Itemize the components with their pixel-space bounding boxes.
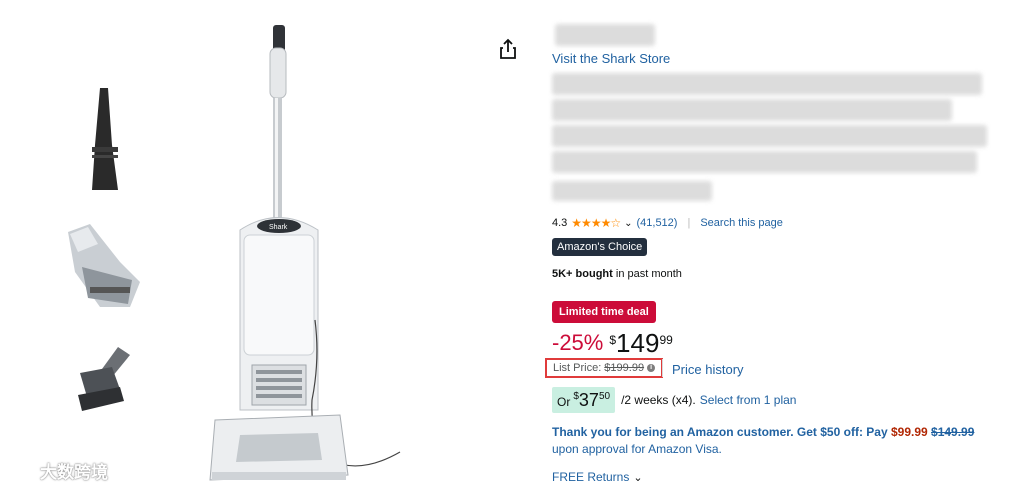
pet-brush-image: [68, 224, 140, 307]
thumbnail-pet-brush[interactable]: [60, 222, 150, 317]
installment-whole: 37: [578, 390, 599, 410]
price-history-link[interactable]: Price history: [672, 362, 744, 377]
ratings-count-link[interactable]: (41,512): [636, 217, 677, 229]
brand-name-redacted: [555, 24, 655, 46]
select-plan-link[interactable]: Select from 1 plan: [700, 393, 797, 407]
divider: |: [687, 217, 691, 229]
watermark: 大数跨境: [10, 458, 108, 483]
price-currency: $: [609, 333, 617, 347]
rating-row: 4.3 ★★★★☆ ⌄ (41,512) | Search this page: [552, 216, 783, 230]
crevice-tool-image: [92, 88, 118, 190]
price-fraction: 99: [659, 333, 673, 347]
price-block: -25% $ 149 99: [552, 328, 673, 358]
installment-or: Or: [557, 395, 571, 409]
list-price-box: List Price: $199.99 i: [545, 358, 664, 378]
thumbnail-dusting-brush[interactable]: [60, 345, 150, 415]
share-icon[interactable]: [498, 38, 518, 60]
bought-in-past-month: 5K+ bought in past month: [552, 268, 682, 280]
chevron-down-icon: ⌄: [633, 471, 643, 484]
star-rating-icon[interactable]: ★★★★☆: [571, 216, 621, 230]
free-returns-link[interactable]: FREE Returns ⌄: [552, 470, 643, 484]
installment-terms: /2 weeks (x4).: [621, 393, 696, 407]
thumbnail-crevice-tool[interactable]: [60, 85, 150, 195]
promo-tail[interactable]: upon approval for Amazon Visa.: [552, 442, 722, 456]
free-returns-label: FREE Returns: [552, 470, 630, 484]
divider: [662, 359, 663, 377]
price-whole: 149: [616, 328, 660, 358]
vacuum-image: Shark: [209, 25, 401, 481]
svg-text:Shark: Shark: [269, 224, 288, 231]
main-product-image[interactable]: Shark: [200, 20, 410, 485]
search-page-link[interactable]: Search this page: [700, 217, 783, 229]
promo-lead: Thank you for being an Amazon customer. …: [552, 425, 888, 439]
list-price-value: $199.99: [604, 362, 645, 374]
info-icon[interactable]: i: [647, 364, 656, 372]
visa-promo[interactable]: Thank you for being an Amazon customer. …: [552, 424, 1002, 458]
installment-badge: Or $ 37 50: [552, 387, 616, 413]
chevron-down-icon[interactable]: ⌄: [624, 218, 632, 229]
promo-new-price: $99.99: [890, 425, 928, 439]
promo-old-price: $149.99: [931, 425, 975, 439]
amazons-choice-badge: Amazon's Choice: [552, 238, 648, 256]
store-link[interactable]: Visit the Shark Store: [552, 51, 670, 66]
installment-fraction: 50: [598, 391, 611, 402]
discount-percent: -25%: [552, 330, 604, 355]
installment-row: Or $ 37 50 /2 weeks (x4). Select from 1 …: [552, 387, 796, 413]
bought-suffix: in past month: [612, 268, 682, 280]
bought-count: 5K+ bought: [552, 268, 613, 280]
list-price-label: List Price:: [553, 362, 602, 374]
watermark-logo-icon: [12, 464, 34, 479]
watermark-text: 大数跨境: [40, 463, 108, 482]
rating-value: 4.3: [552, 217, 568, 229]
limited-time-deal-badge: Limited time deal: [552, 301, 656, 323]
dusting-brush-image: [78, 347, 130, 411]
